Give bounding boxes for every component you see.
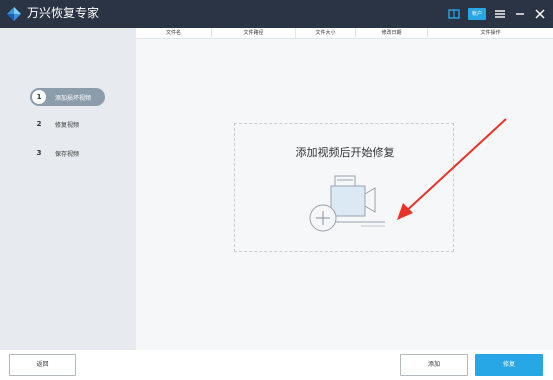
step-add-damaged-video: 1 添加损坏视频	[30, 88, 105, 106]
column-header-path[interactable]: 文件路径	[212, 28, 296, 39]
step-number: 3	[36, 149, 42, 157]
column-header-date[interactable]: 修改日期	[356, 28, 428, 39]
repair-button[interactable]: 修复	[475, 354, 543, 376]
menu-icon[interactable]	[493, 7, 507, 21]
app-logo-icon	[7, 7, 21, 21]
column-header-actions: 文件操作	[480, 30, 501, 36]
column-header-size[interactable]: 文件大小	[296, 28, 356, 39]
account-button[interactable]: 帐户	[468, 8, 487, 20]
bottom-toolbar: 返回 添加 修复	[0, 350, 553, 380]
book-icon[interactable]	[447, 7, 461, 21]
step-label: 添加损坏视频	[55, 94, 92, 102]
title-bar: 万兴恢复专家 帐户	[0, 0, 553, 28]
app-window: 万兴恢复专家 帐户 文件名 文件路径 文件大小 修改日期 文件操作 1 添加损坏…	[0, 0, 553, 380]
file-table-header: 文件名 文件路径 文件大小 修改日期 文件操作	[136, 28, 553, 39]
file-list-area: 添加视频后开始修复	[136, 39, 553, 350]
back-button[interactable]: 返回	[9, 354, 76, 376]
step-number: 1	[32, 90, 46, 104]
close-icon[interactable]	[533, 7, 547, 21]
red-arrow-annotation-icon	[397, 118, 507, 220]
step-repair-video: 2 修复视频	[30, 115, 105, 133]
step-label: 保存视频	[55, 150, 80, 158]
step-label: 修复视频	[55, 121, 80, 129]
minimize-icon[interactable]	[513, 7, 527, 21]
app-title: 万兴恢复专家	[27, 6, 100, 20]
column-header-name[interactable]: 文件名	[136, 28, 212, 39]
steps-sidebar: 1 添加损坏视频 2 修复视频 3 保存视频	[0, 28, 136, 350]
add-button[interactable]: 添加	[400, 354, 468, 376]
video-camera-add-icon	[309, 175, 385, 232]
step-save-video: 3 保存视频	[30, 144, 105, 162]
step-number: 2	[36, 120, 42, 128]
